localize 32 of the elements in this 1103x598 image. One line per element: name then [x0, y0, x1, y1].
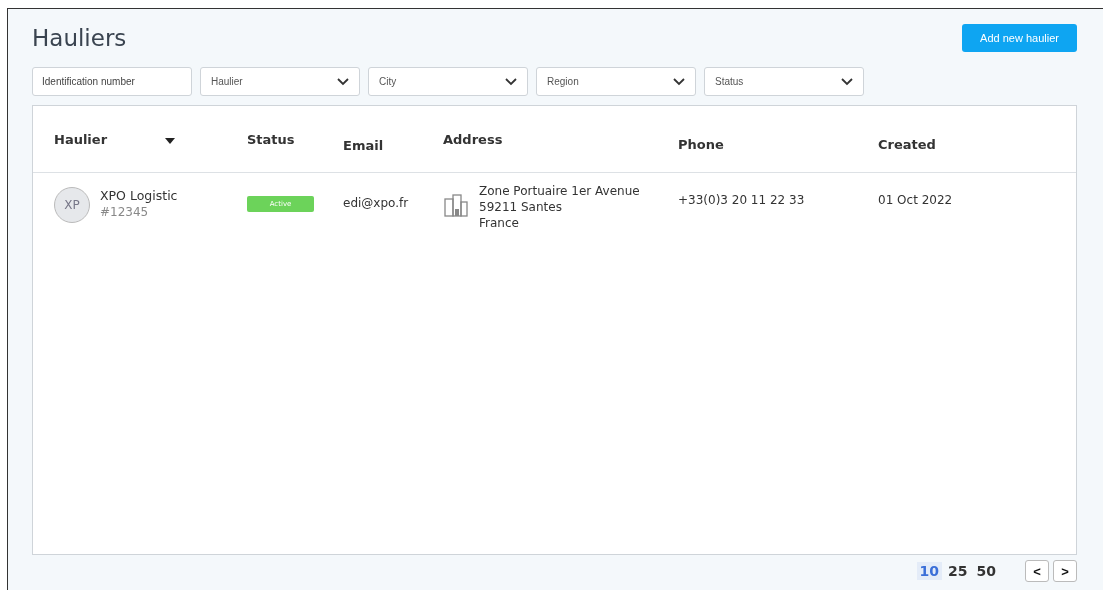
- filter-dropdown[interactable]: Region: [536, 67, 696, 96]
- chevron-down-icon: [673, 77, 685, 86]
- table-cell: +33(0)3 20 11 22 33: [678, 193, 805, 207]
- column-header[interactable]: Email: [343, 138, 384, 153]
- sort-down-icon[interactable]: [165, 138, 176, 144]
- column-header[interactable]: Phone: [678, 136, 724, 152]
- filter-dropdown[interactable]: Status: [704, 67, 864, 96]
- column-header[interactable]: Address: [443, 131, 503, 147]
- haulier-id: #12345: [100, 204, 150, 219]
- page-size-option[interactable]: 10: [916, 562, 943, 580]
- haulier-name: XPO Logistic: [100, 187, 178, 203]
- chevron-down-icon: [841, 77, 853, 86]
- address-line: 59211 Santes: [479, 199, 563, 215]
- filter-dropdown[interactable]: Haulier: [200, 67, 360, 96]
- page-nav-button[interactable]: <: [1025, 560, 1049, 582]
- building-icon: [443, 193, 469, 217]
- column-header[interactable]: Haulier: [54, 131, 108, 147]
- address-line: Zone Portuaire 1er Avenue: [479, 183, 640, 199]
- identification-field[interactable]: Identification number: [32, 67, 192, 96]
- page-size-option[interactable]: 50: [973, 562, 999, 580]
- chevron-down-icon: [505, 77, 517, 86]
- filter-dropdown[interactable]: City: [368, 67, 528, 96]
- page-size-option[interactable]: 25: [945, 562, 971, 580]
- chevron-down-icon: [337, 77, 349, 86]
- address-line: France: [479, 215, 520, 231]
- table-cell: 01 Oct 2022: [878, 193, 953, 207]
- column-header[interactable]: Created: [878, 136, 936, 152]
- page-title: Hauliers: [32, 25, 127, 51]
- page-nav-button[interactable]: >: [1053, 560, 1077, 582]
- avatar: XP: [54, 187, 90, 223]
- column-header[interactable]: Status: [247, 131, 295, 147]
- table-cell: edi@xpo.fr: [343, 196, 409, 210]
